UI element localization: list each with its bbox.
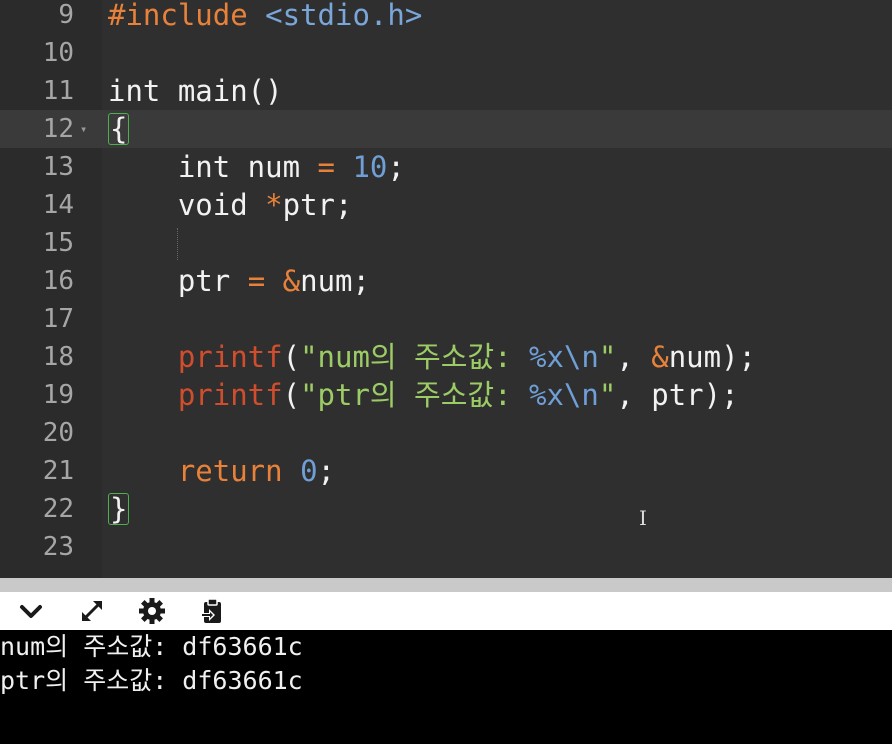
code-line-9[interactable]: 9 #include <stdio.h> xyxy=(0,0,892,34)
matched-brace: } xyxy=(108,492,130,526)
code-text: { xyxy=(108,110,130,148)
clipboard-icon[interactable] xyxy=(196,595,228,627)
code-line-21[interactable]: 21 return 0; xyxy=(0,452,892,490)
code-line-19[interactable]: 19 printf("ptr의 주소값: %x\n", ptr); xyxy=(0,376,892,414)
line-number: 12 xyxy=(42,114,74,144)
code-text: int num = 10; xyxy=(177,150,405,184)
expand-icon[interactable] xyxy=(76,595,108,627)
line-number: 10 xyxy=(42,38,74,68)
gear-icon[interactable] xyxy=(136,595,168,627)
console-toolbar xyxy=(0,592,892,630)
line-number: 20 xyxy=(42,418,74,448)
code-line-23[interactable]: 23 xyxy=(0,528,892,566)
line-number: 21 xyxy=(42,456,74,486)
code-text: printf("num의 주소값: %x\n", &num); xyxy=(177,340,757,374)
line-number: 9 xyxy=(58,0,74,30)
line-number: 22 xyxy=(42,494,74,524)
line-number: 16 xyxy=(42,266,74,296)
text-cursor-icon: I xyxy=(639,506,647,530)
code-text: #include <stdio.h> xyxy=(108,0,423,32)
code-text: int main() xyxy=(108,74,283,108)
line-number: 13 xyxy=(42,152,74,182)
code-line-20[interactable]: 20 xyxy=(0,414,892,452)
code-text: printf("ptr의 주소값: %x\n", ptr); xyxy=(177,378,739,412)
code-line-22[interactable]: 22 } xyxy=(0,490,892,528)
code-text: return 0; xyxy=(177,454,336,488)
line-number: 15 xyxy=(42,228,74,258)
code-text: void *ptr; xyxy=(177,188,353,222)
line-number: 23 xyxy=(42,532,74,562)
console-output[interactable]: num의 주소값: df63661c ptr의 주소값: df63661c xyxy=(0,630,892,744)
code-line-12-active[interactable]: 12 ▾ { xyxy=(0,110,892,148)
code-line-11[interactable]: 11 int main() xyxy=(0,72,892,110)
panel-resize-handle[interactable] xyxy=(0,578,892,592)
code-text: } xyxy=(108,490,130,528)
code-editor[interactable]: 9 #include <stdio.h> 10 11 int main() 12… xyxy=(0,0,892,578)
code-line-17[interactable]: 17 xyxy=(0,300,892,338)
code-line-13[interactable]: 13 int num = 10; xyxy=(0,148,892,186)
line-number: 18 xyxy=(42,342,74,372)
code-text: ptr = &num; xyxy=(177,264,370,298)
code-line-16[interactable]: 16 ptr = &num; xyxy=(0,262,892,300)
line-number: 19 xyxy=(42,380,74,410)
chevron-down-icon[interactable] xyxy=(15,595,47,627)
code-line-10[interactable]: 10 xyxy=(0,34,892,72)
line-number: 14 xyxy=(42,190,74,220)
fold-arrow-icon[interactable]: ▾ xyxy=(80,110,87,148)
console-line: num의 주소값: df63661c xyxy=(0,632,303,661)
matched-brace: { xyxy=(108,112,130,146)
code-line-18[interactable]: 18 printf("num의 주소값: %x\n", &num); xyxy=(0,338,892,376)
code-line-15[interactable]: 15 xyxy=(0,224,892,262)
line-number: 11 xyxy=(42,76,74,106)
line-number: 17 xyxy=(42,304,74,334)
console-line: ptr의 주소값: df63661c xyxy=(0,666,303,695)
indent-guide xyxy=(177,228,178,260)
code-line-14[interactable]: 14 void *ptr; xyxy=(0,186,892,224)
